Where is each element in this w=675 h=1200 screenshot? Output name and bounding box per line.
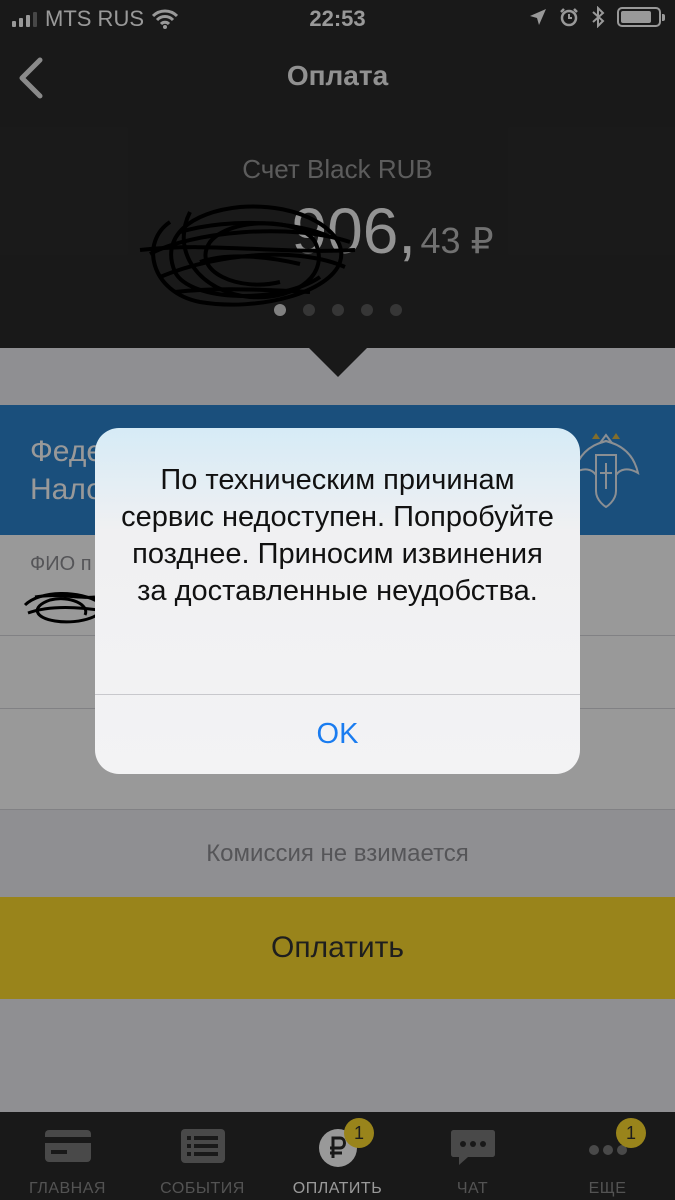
alert-ok-button[interactable]: OK bbox=[95, 695, 580, 774]
alert-message: По техническим причинам сервис недоступе… bbox=[121, 464, 554, 607]
error-alert: По техническим причинам сервис недоступе… bbox=[95, 428, 580, 774]
